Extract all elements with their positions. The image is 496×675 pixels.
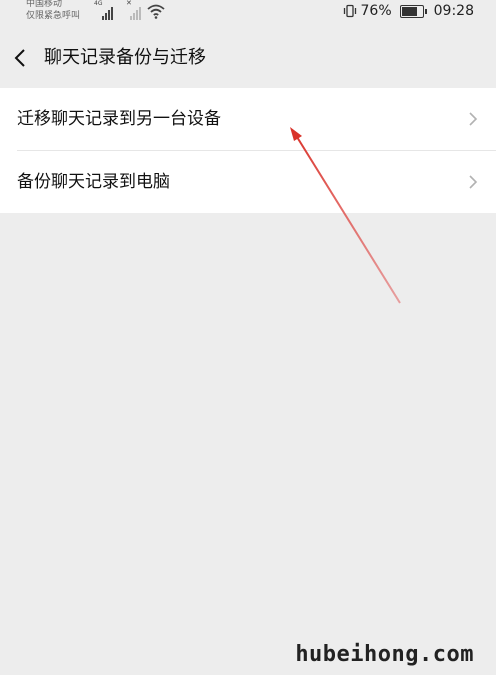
migrate-chat-history-item[interactable]: 迁移聊天记录到另一台设备 [0, 88, 496, 150]
settings-list: 迁移聊天记录到另一台设备 备份聊天记录到电脑 [0, 88, 496, 213]
status-bar: 中国移动 仅限紧急呼叫 4G ✕ 76% 09:28 [0, 0, 496, 28]
right-status-group: 76% 09:28 [343, 3, 474, 19]
battery-percent: 76% [360, 3, 392, 19]
signal-indicators: 4G ✕ [94, 0, 144, 20]
backup-to-computer-label: 备份聊天记录到电脑 [17, 172, 170, 192]
chevron-right-icon [469, 112, 478, 126]
wifi-icon [147, 4, 165, 19]
chevron-left-icon[interactable] [12, 48, 30, 68]
signal-strength-icon: 4G [94, 0, 114, 20]
vibrate-icon [343, 4, 356, 18]
migrate-chat-history-label: 迁移聊天记录到另一台设备 [17, 109, 221, 129]
signal-strength-sim2-icon: ✕ [124, 0, 144, 20]
watermark: hubeihong.com [295, 642, 474, 667]
status-time: 09:28 [433, 3, 474, 19]
navigation-bar: 聊天记录备份与迁移 [0, 28, 496, 88]
carrier-name: 中国移动 [26, 0, 63, 9]
backup-to-computer-item[interactable]: 备份聊天记录到电脑 [0, 151, 496, 213]
battery-icon [399, 4, 427, 18]
carrier-info: 中国移动 仅限紧急呼叫 [26, 0, 80, 22]
emergency-calls-only: 仅限紧急呼叫 [26, 11, 81, 21]
chevron-right-icon [469, 175, 478, 189]
page-title: 聊天记录备份与迁移 [44, 47, 206, 68]
